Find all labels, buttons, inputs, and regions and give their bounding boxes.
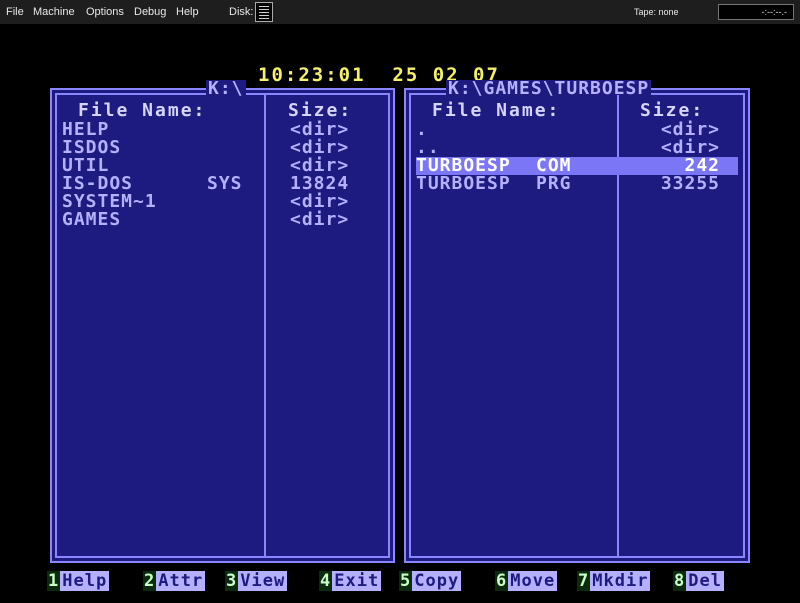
clock-time: 10:23:01 <box>258 64 366 86</box>
disk-label: Disk: <box>229 6 254 18</box>
function-key-label: Del <box>686 571 724 591</box>
function-key-label: Exit <box>332 571 382 591</box>
right-panel-path: K:\GAMES\TURBOESP <box>446 78 652 99</box>
function-key-label: Move <box>508 571 558 591</box>
right-file-list: . <dir>.. <dir> TURBOESP COM 242 TURBOESP PRG 33… <box>416 121 738 193</box>
tape-counter: -:--:--.- <box>718 4 794 20</box>
left-header-name: File Name: <box>78 100 207 121</box>
function-key-help[interactable]: 1 Help <box>47 571 110 591</box>
disk-drive-icon[interactable] <box>255 2 273 22</box>
function-key-attr[interactable]: 2 Attr <box>143 571 206 591</box>
function-key-number: 1 <box>47 571 61 591</box>
left-header-size: Size: <box>288 100 353 121</box>
function-key-exit[interactable]: 4 Exit <box>319 571 382 591</box>
function-key-mkdir[interactable]: 7 Mkdir <box>577 571 651 591</box>
menu-help[interactable]: Help <box>176 6 199 18</box>
function-key-label: Help <box>60 571 110 591</box>
right-header-name: File Name: <box>432 100 561 121</box>
file-size: <dir> <box>290 209 350 230</box>
emulator-screen[interactable]: 10:23:01 25 02 07 K:\ File Name: Size: H… <box>0 24 800 603</box>
function-key-number: 4 <box>319 571 333 591</box>
function-key-label: View <box>238 571 288 591</box>
left-file-list: HELP <dir> ISDOS <dir> UTIL <dir> IS-DOS SYS 138… <box>62 121 383 229</box>
file-name: TURBOESP <box>416 173 511 194</box>
function-key-number: 3 <box>225 571 239 591</box>
menu-options[interactable]: Options <box>86 6 124 18</box>
function-key-number: 7 <box>577 571 591 591</box>
file-size: 33255 <box>660 173 720 194</box>
function-key-label: Mkdir <box>590 571 651 591</box>
function-key-number: 6 <box>495 571 509 591</box>
function-key-view[interactable]: 3 View <box>225 571 288 591</box>
left-file-panel[interactable]: K:\ File Name: Size: HELP <dir> ISDOS <dir>… <box>50 80 395 563</box>
tape-status: Tape: none <box>634 7 679 17</box>
file-extension: SYS <box>207 173 243 194</box>
function-key-del[interactable]: 8 Del <box>673 571 724 591</box>
menu-debug[interactable]: Debug <box>134 6 166 18</box>
function-key-label: Attr <box>156 571 206 591</box>
menu-machine[interactable]: Machine <box>33 6 75 18</box>
function-key-number: 8 <box>673 571 687 591</box>
emulator-menu-bar: File Machine Options Debug Help Disk: Ta… <box>0 0 800 25</box>
function-key-move[interactable]: 6 Move <box>495 571 558 591</box>
function-key-number: 2 <box>143 571 157 591</box>
file-name: GAMES <box>62 209 122 230</box>
file-row[interactable]: TURBOESP PRG 33255 <box>416 175 738 193</box>
file-row[interactable]: GAMES <dir> <box>62 211 383 229</box>
right-header-size: Size: <box>640 100 705 121</box>
function-key-copy[interactable]: 5 Copy <box>399 571 462 591</box>
right-file-panel[interactable]: K:\GAMES\TURBOESP File Name: Size: . <dir… <box>404 80 750 563</box>
function-key-number: 5 <box>399 571 413 591</box>
function-key-label: Copy <box>412 571 462 591</box>
left-panel-path: K:\ <box>206 78 246 99</box>
menu-file[interactable]: File <box>6 6 24 18</box>
file-extension: PRG <box>536 173 572 194</box>
